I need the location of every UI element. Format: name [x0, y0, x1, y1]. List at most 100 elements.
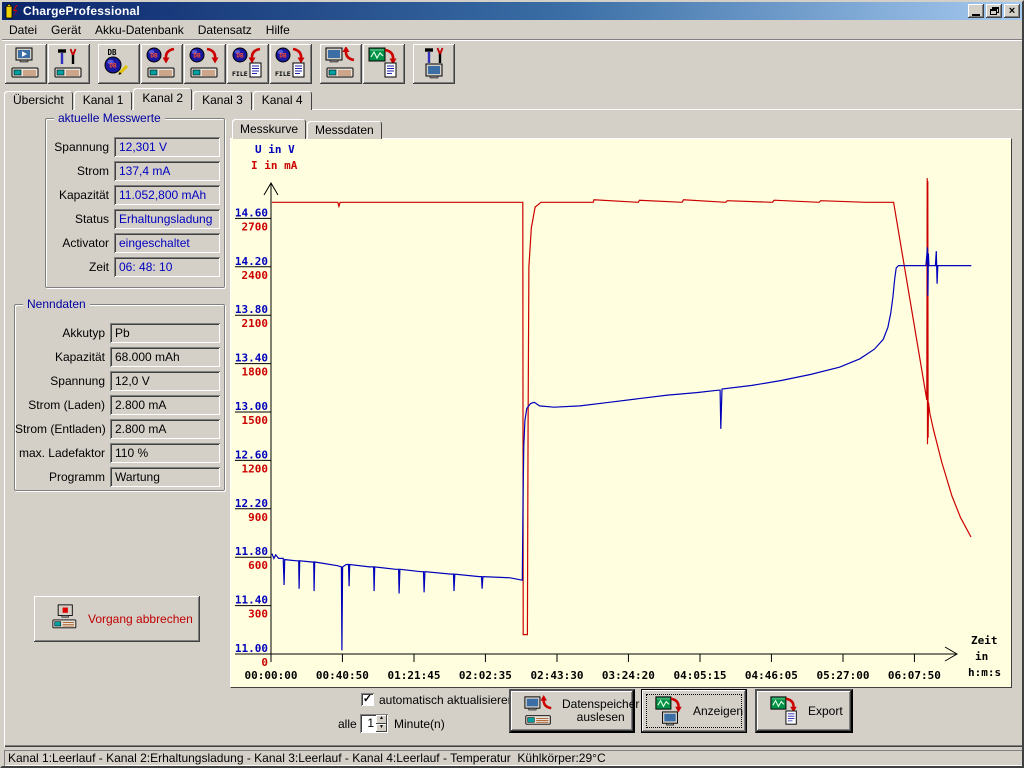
- svg-text:12.60: 12.60: [235, 448, 268, 461]
- messwerte-row: Strom137,4 mA: [46, 161, 220, 181]
- toolbar-button-program-config[interactable]: [413, 44, 455, 84]
- nenndaten-value-2: 12,0 V: [110, 371, 220, 391]
- export-button[interactable]: Export: [755, 689, 853, 733]
- messwerte-row: Activatoreingeschaltet: [46, 233, 220, 253]
- tab-kanal-2[interactable]: Kanal 2: [133, 88, 192, 110]
- svg-text:11.80: 11.80: [235, 545, 268, 558]
- restore-button[interactable]: [986, 4, 1002, 18]
- toolbar-button-database-to-file[interactable]: DBFILE: [270, 44, 312, 84]
- nenndaten-row: Spannung12,0 V: [15, 371, 220, 391]
- toolbar-button-device-to-database[interactable]: DB: [184, 44, 226, 84]
- menu-item-datei[interactable]: Datei: [2, 21, 44, 39]
- interval-spinner[interactable]: 1 ▲ ▼: [360, 714, 388, 733]
- svg-text:00:40:50: 00:40:50: [316, 669, 369, 682]
- svg-text:01:21:45: 01:21:45: [388, 669, 441, 682]
- pc-arrow-device-icon: [523, 695, 555, 727]
- svg-text:h:m:s: h:m:s: [968, 666, 1001, 679]
- stop-device-icon: [52, 604, 82, 634]
- svg-text:2400: 2400: [242, 269, 269, 282]
- svg-text:06:07:50: 06:07:50: [888, 669, 941, 682]
- toolbar-group: [413, 44, 456, 84]
- nenndaten-value-4: 2.800 mA: [110, 419, 220, 439]
- menu-bar: DateiGerätAkku-DatenbankDatensatzHilfe: [2, 20, 1022, 40]
- restore-icon: [990, 7, 999, 15]
- menu-item-hilfe[interactable]: Hilfe: [259, 21, 297, 39]
- toolbar-group: [5, 44, 91, 84]
- tab-kanal-1[interactable]: Kanal 1: [74, 91, 133, 110]
- svg-text:00:00:00: 00:00:00: [245, 669, 298, 682]
- nenndaten-row: max. Ladefaktor110 %: [15, 443, 220, 463]
- svg-text:0: 0: [261, 656, 268, 669]
- nenndaten-row: ProgrammWartung: [15, 467, 220, 487]
- messwerte-row: Zeit06: 48: 10: [46, 257, 220, 277]
- nenndaten-label-6: Programm: [15, 470, 110, 484]
- nenndaten-label-5: max. Ladefaktor: [15, 446, 110, 460]
- svg-text:04:05:15: 04:05:15: [674, 669, 727, 682]
- device-arrow-db-icon: DB: [188, 47, 222, 82]
- auto-refresh-label: automatisch aktualisieren: [379, 693, 514, 707]
- toolbar-group: [320, 44, 406, 84]
- svg-text:300: 300: [248, 608, 268, 621]
- svg-text:Zeit: Zeit: [971, 634, 998, 647]
- svg-text:2700: 2700: [242, 220, 269, 233]
- menu-item-datensatz[interactable]: Datensatz: [191, 21, 259, 39]
- toolbar-button-database-to-device[interactable]: DB: [141, 44, 183, 84]
- abort-button[interactable]: Vorgang abbrechen: [34, 596, 200, 642]
- nenndaten-label-4: Strom (Entladen): [15, 422, 110, 436]
- groupbox-messwerte: aktuelle Messwerte Spannung12,301 VStrom…: [45, 118, 225, 288]
- datenspeicher-auslesen-label: Datenspeicherauslesen: [562, 698, 639, 724]
- auto-refresh-checkbox[interactable]: ✓: [361, 693, 374, 706]
- svg-text:14.60: 14.60: [235, 206, 268, 219]
- svg-text:12.20: 12.20: [235, 497, 268, 510]
- check-icon: ✓: [363, 693, 372, 705]
- tab-kanal-3[interactable]: Kanal 3: [193, 91, 252, 110]
- messwerte-row: Kapazität11.052,800 mAh: [46, 185, 220, 205]
- nenndaten-row: Kapazität68.000 mAh: [15, 347, 220, 367]
- messwerte-label-2: Kapazität: [46, 188, 114, 202]
- svg-text:U in V: U in V: [255, 143, 295, 156]
- nenndaten-value-1: 68.000 mAh: [110, 347, 220, 367]
- messwerte-value-4: eingeschaltet: [114, 233, 220, 253]
- play-device-icon: [9, 47, 43, 82]
- pc-arrow-device-icon: [324, 47, 358, 82]
- svg-text:600: 600: [248, 559, 268, 572]
- svg-text:1800: 1800: [242, 366, 269, 379]
- messwerte-value-5: 06: 48: 10: [114, 257, 220, 277]
- spinner-up-icon[interactable]: ▲: [376, 715, 387, 724]
- chart-tab-messkurve[interactable]: Messkurve: [232, 119, 306, 139]
- minimize-icon: [972, 14, 980, 16]
- messwerte-value-1: 137,4 mA: [114, 161, 220, 181]
- tab-kanal-4[interactable]: Kanal 4: [253, 91, 312, 110]
- toolbar-button-read-datastore[interactable]: [320, 44, 362, 84]
- toolbar-button-file-to-database[interactable]: DBFILE: [227, 44, 269, 84]
- svg-text:in: in: [975, 650, 988, 663]
- toolbar-button-show-data[interactable]: [363, 44, 405, 84]
- toolbar-button-edit-akku-database[interactable]: DBDB: [98, 44, 140, 84]
- menu-item-ger-t[interactable]: Gerät: [44, 21, 88, 39]
- chart-tab-messdaten[interactable]: Messdaten: [307, 121, 382, 139]
- messwerte-row: Spannung12,301 V: [46, 137, 220, 157]
- tools-pc-icon: [417, 47, 451, 82]
- svg-text:13.00: 13.00: [235, 400, 268, 413]
- nenndaten-value-5: 110 %: [110, 443, 220, 463]
- close-button[interactable]: ×: [1004, 4, 1020, 18]
- spinner-down-icon[interactable]: ▼: [376, 724, 387, 733]
- interval-value[interactable]: 1: [360, 714, 376, 733]
- nenndaten-row: AkkutypPb: [15, 323, 220, 343]
- menu-item-akku-datenbank[interactable]: Akku-Datenbank: [88, 21, 191, 39]
- minimize-button[interactable]: [968, 4, 984, 18]
- datenspeicher-auslesen-button[interactable]: Datenspeicherauslesen: [509, 689, 635, 733]
- app-window: ChargeProfessional × DateiGerätAkku-Date…: [0, 0, 1024, 768]
- nenndaten-value-0: Pb: [110, 323, 220, 343]
- svg-text:1200: 1200: [242, 462, 269, 475]
- nenndaten-value-6: Wartung: [110, 467, 220, 487]
- chart-arrow-doc-icon: [769, 695, 801, 727]
- db-edit-icon: DBDB: [102, 47, 136, 82]
- anzeigen-button[interactable]: Anzeigen: [641, 689, 747, 733]
- toolbar-button-device-config[interactable]: [48, 44, 90, 84]
- svg-text:DB: DB: [109, 62, 117, 69]
- toolbar-group: DBDBDBDBDBFILEDBFILE: [98, 44, 313, 84]
- toolbar-button-start-process[interactable]: [5, 44, 47, 84]
- title-bar[interactable]: ChargeProfessional ×: [2, 2, 1022, 20]
- tab--bersicht[interactable]: Übersicht: [4, 91, 73, 110]
